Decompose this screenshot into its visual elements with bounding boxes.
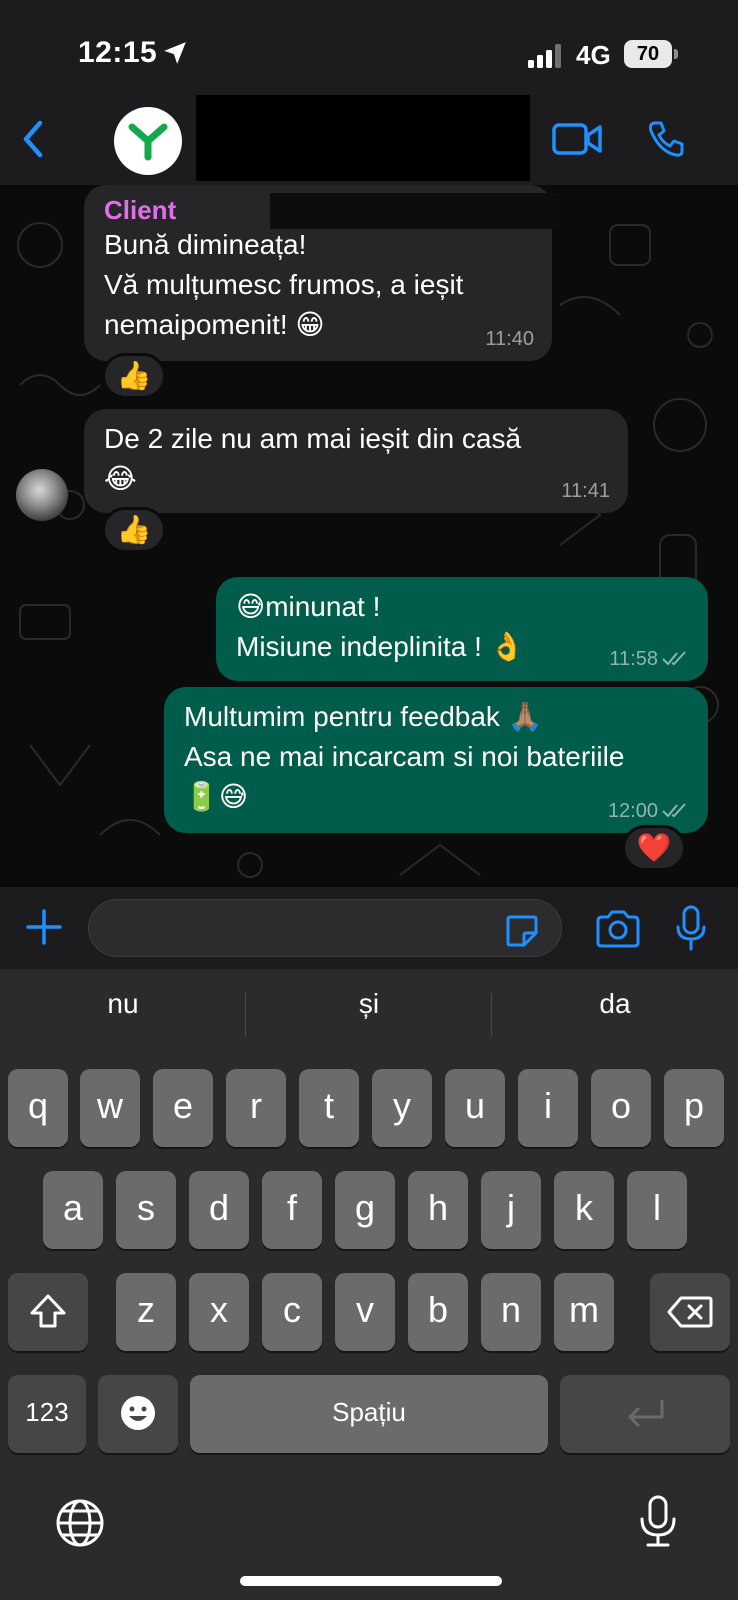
key-c[interactable]: c: [262, 1273, 322, 1351]
suggestion-bar: nu și da: [0, 969, 738, 1039]
key-l[interactable]: l: [627, 1171, 687, 1249]
key-u[interactable]: u: [445, 1069, 505, 1147]
keyboard: nu și da q w e r t y u i o p a s d f g h…: [0, 969, 738, 1600]
key-k[interactable]: k: [554, 1171, 614, 1249]
key-f[interactable]: f: [262, 1171, 322, 1249]
return-key[interactable]: [560, 1375, 730, 1453]
key-d[interactable]: d: [189, 1171, 249, 1249]
message-reaction[interactable]: ❤️: [622, 825, 686, 871]
shift-key[interactable]: [8, 1273, 88, 1351]
chat-area[interactable]: Client Bună dimineața! Vă mulțumesc frum…: [0, 185, 738, 887]
home-indicator[interactable]: [240, 1576, 502, 1586]
message-text: Bună dimineața!: [104, 229, 307, 260]
key-y[interactable]: y: [372, 1069, 432, 1147]
message-text: De 2 zile nu am mai ieșit din casă: [104, 423, 522, 454]
suggestion-item[interactable]: nu: [0, 969, 246, 1039]
key-g[interactable]: g: [335, 1171, 395, 1249]
mic-icon[interactable]: [674, 905, 708, 951]
backspace-key[interactable]: [650, 1273, 730, 1351]
backspace-icon: [667, 1296, 713, 1328]
emoji-icon: [121, 1396, 155, 1430]
key-s[interactable]: s: [116, 1171, 176, 1249]
message-time-row: 11:58: [609, 647, 690, 671]
key-t[interactable]: t: [299, 1069, 359, 1147]
network-type: 4G: [576, 40, 611, 70]
message-time: 11:58: [609, 648, 658, 670]
key-q[interactable]: q: [8, 1069, 68, 1147]
key-w[interactable]: w: [80, 1069, 140, 1147]
message-bubble-incoming[interactable]: Client Bună dimineața! Vă mulțumesc frum…: [84, 185, 560, 361]
message-time: 12:00: [607, 800, 658, 822]
message-bubble-outgoing[interactable]: Multumim pentru feedbak 🙏🏽 Asa ne mai in…: [164, 687, 708, 833]
message-time: 11:41: [561, 480, 610, 502]
globe-icon[interactable]: [54, 1497, 106, 1549]
message-text: Multumim pentru feedbak 🙏🏽: [184, 701, 543, 732]
brand-logo-icon: [128, 123, 168, 161]
read-ticks-icon: [662, 803, 686, 818]
read-ticks-icon: [662, 651, 686, 666]
key-j[interactable]: j: [481, 1171, 541, 1249]
suggestion-item[interactable]: da: [492, 969, 738, 1039]
sender-number-redacted: [270, 193, 560, 229]
key-h[interactable]: h: [408, 1171, 468, 1249]
dictation-mic-icon[interactable]: [638, 1495, 678, 1549]
key-n[interactable]: n: [481, 1273, 541, 1351]
message-time-row: 12:00: [608, 799, 690, 823]
key-e[interactable]: e: [153, 1069, 213, 1147]
suggestion-item[interactable]: și: [246, 969, 492, 1039]
key-a[interactable]: a: [43, 1171, 103, 1249]
camera-icon[interactable]: [594, 909, 642, 949]
message-reaction[interactable]: 👍: [102, 507, 166, 553]
message-bubble-outgoing[interactable]: 😅minunat ! Misiune indeplinita ! 👌 11:58: [216, 577, 708, 681]
contact-name[interactable]: [196, 95, 530, 181]
key-x[interactable]: x: [189, 1273, 249, 1351]
input-bar: [0, 887, 738, 969]
phone-icon[interactable]: [646, 119, 686, 159]
message-time: 11:40: [485, 328, 534, 350]
space-key[interactable]: Spațiu: [190, 1375, 548, 1453]
key-v[interactable]: v: [335, 1273, 395, 1351]
numbers-key[interactable]: 123: [8, 1375, 86, 1453]
message-input[interactable]: [88, 899, 562, 957]
location-arrow-icon: [164, 42, 186, 64]
chat-header: [0, 95, 738, 185]
key-z[interactable]: z: [116, 1273, 176, 1351]
battery-cap: [674, 49, 678, 59]
emoji-key[interactable]: [98, 1375, 178, 1453]
key-i[interactable]: i: [518, 1069, 578, 1147]
battery-level: 70: [624, 40, 672, 68]
video-icon[interactable]: [552, 121, 602, 157]
status-time: 12:15: [78, 36, 158, 69]
shift-icon: [30, 1294, 66, 1328]
message-text: 😅minunat !: [236, 591, 381, 622]
message-reaction[interactable]: 👍: [102, 353, 166, 399]
back-chevron-icon[interactable]: [16, 117, 52, 161]
return-icon: [628, 1399, 664, 1427]
message-text: Asa ne mai incarcam si noi bateriile: [184, 741, 625, 772]
message-text: Vă mulțumesc frumos, a ieșit: [104, 269, 464, 300]
key-o[interactable]: o: [591, 1069, 651, 1147]
message-bubble-incoming[interactable]: De 2 zile nu am mai ieșit din casă 😂 11:…: [84, 409, 628, 513]
key-p[interactable]: p: [664, 1069, 724, 1147]
sticker-icon[interactable]: [504, 913, 540, 949]
message-text: 😂: [104, 463, 137, 494]
contact-avatar[interactable]: [114, 107, 182, 175]
key-m[interactable]: m: [554, 1273, 614, 1351]
sender-avatar[interactable]: [16, 469, 68, 521]
signal-icon: [528, 44, 561, 68]
plus-icon[interactable]: [24, 907, 64, 947]
status-bar: 12:15 4G 70: [0, 0, 738, 95]
key-r[interactable]: r: [226, 1069, 286, 1147]
key-b[interactable]: b: [408, 1273, 468, 1351]
message-text: nemaipomenit! 😁: [104, 309, 325, 340]
